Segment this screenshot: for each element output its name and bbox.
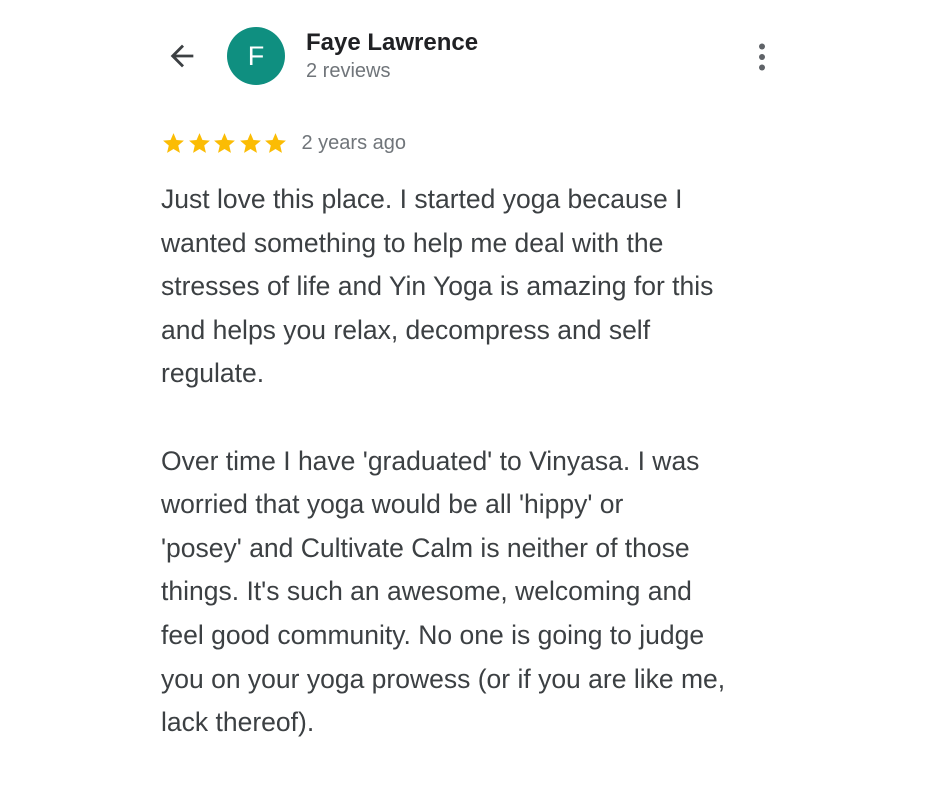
review-text: Just love this place. I started yoga bec… [161, 178, 801, 745]
back-button[interactable] [160, 34, 204, 78]
review-paragraph: Just love this place. I started yoga bec… [161, 184, 714, 389]
star-icon [239, 132, 261, 153]
review-header: F Faye Lawrence 2 reviews [0, 0, 940, 110]
star-icon [214, 132, 235, 153]
review-paragraph: Over time I have 'graduated' to Vinyasa.… [161, 445, 726, 738]
star-icon [188, 132, 210, 153]
more-vertical-icon [759, 43, 765, 71]
star-rating [161, 131, 289, 156]
avatar[interactable]: F [227, 27, 285, 85]
star-icon [163, 132, 184, 153]
arrow-back-icon [170, 44, 194, 68]
review-count[interactable]: 2 reviews [306, 60, 390, 83]
reviewer-name[interactable]: Faye Lawrence [306, 29, 478, 57]
avatar-initial: F [247, 40, 265, 71]
more-options-button[interactable] [744, 35, 780, 79]
star-icon [265, 132, 286, 153]
review-timestamp: 2 years ago [301, 131, 407, 154]
rating-row: 2 years ago [161, 127, 406, 159]
